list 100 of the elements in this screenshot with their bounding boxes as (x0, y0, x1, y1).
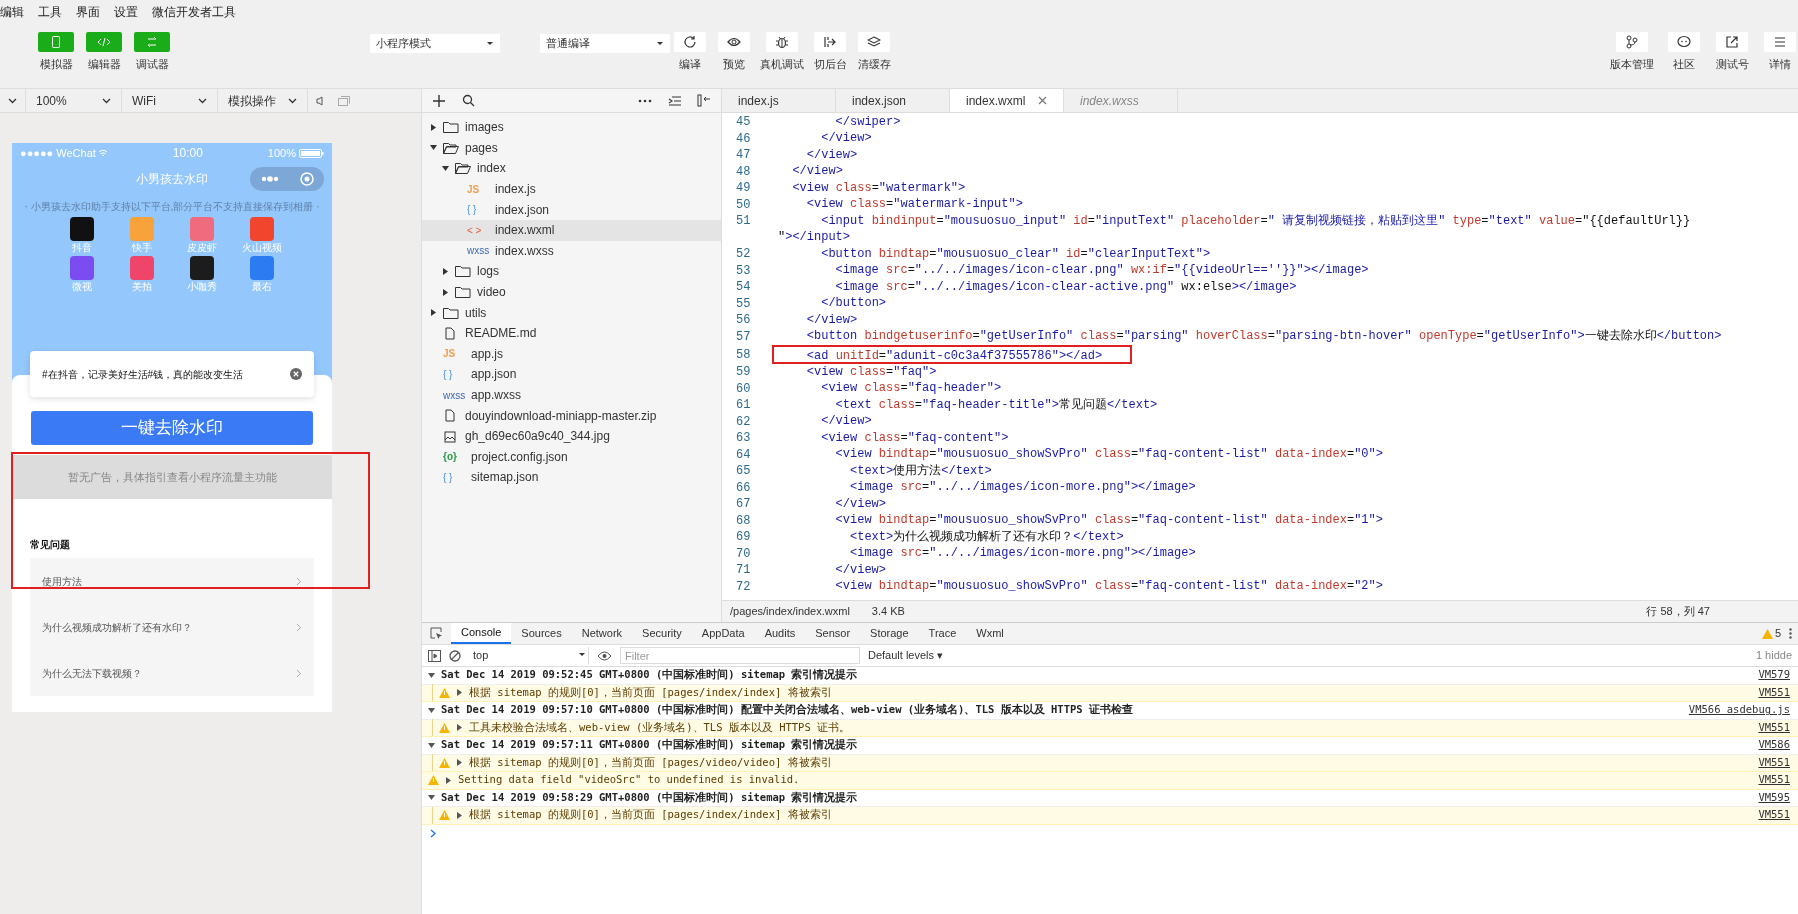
source-link[interactable]: VM586 (1758, 737, 1790, 754)
console-tab[interactable]: Audits (754, 623, 806, 644)
file-tree-item[interactable]: index (422, 158, 721, 179)
filter-field[interactable]: Filter (620, 647, 860, 664)
source-link[interactable]: VM551 (1758, 684, 1790, 701)
caret-icon (486, 41, 494, 46)
source-link[interactable]: VM551 (1758, 754, 1790, 771)
simulator-dropdown[interactable]: 模拟操作 (218, 89, 308, 112)
editor-tab[interactable]: index.wxml (950, 89, 1064, 112)
source-link[interactable]: VM551 (1758, 772, 1790, 789)
eye-icon[interactable] (597, 650, 612, 661)
file-tree-item[interactable]: logs (422, 261, 721, 282)
source-link[interactable]: VM566 asdebug.js (1688, 702, 1790, 719)
warning-count[interactable]: 5 (1774, 625, 1781, 642)
triangle-right-icon[interactable] (456, 811, 463, 819)
toolbar-button[interactable]: 编译 (672, 32, 708, 73)
link-input-field[interactable]: #在抖音，记录美好生活#钱，真的能改变生活 (30, 351, 314, 397)
file-tree-item[interactable]: wxss app.wxss (422, 384, 721, 406)
file-tree-item[interactable]: JS index.js (422, 178, 721, 200)
toolbar-button[interactable]: 切后台 (812, 32, 848, 73)
log-levels-dropdown[interactable]: Default levels ▾ (868, 647, 944, 664)
triangle-right-icon[interactable] (456, 759, 463, 767)
menu-item[interactable]: 设置 (114, 3, 138, 21)
triangle-right-icon[interactable] (445, 776, 452, 784)
sidebar-toggle-icon[interactable] (428, 649, 441, 662)
editor-tab[interactable]: index.js (722, 89, 836, 112)
toolbar-button[interactable]: 测试号 (1714, 32, 1750, 73)
source-link[interactable]: VM551 (1758, 719, 1790, 736)
source-link[interactable]: VM579 (1758, 667, 1790, 684)
more-icon[interactable] (1789, 628, 1792, 639)
file-tree-item[interactable]: utils (422, 302, 721, 323)
console-tab[interactable]: Trace (918, 623, 967, 644)
context-dropdown[interactable]: top (469, 647, 589, 664)
toolbar-button[interactable]: 版本管理 (1610, 32, 1654, 73)
file-tree-item[interactable]: { } sitemap.json (422, 467, 721, 488)
source-link[interactable]: VM595 (1758, 789, 1790, 806)
file-tree-item[interactable]: JS app.js (422, 343, 721, 365)
close-icon[interactable] (1038, 96, 1047, 105)
triangle-down-icon[interactable] (428, 794, 435, 802)
menu-item[interactable]: 微信开发者工具 (152, 3, 236, 21)
mode-dropdown[interactable]: 小程序模式 (370, 34, 500, 53)
toolbar-button[interactable]: 预览 (716, 32, 752, 73)
toolbar-button[interactable]: 详情 (1762, 32, 1798, 73)
simulator-dropdown[interactable]: WiFi (122, 89, 218, 112)
add-icon[interactable] (432, 93, 446, 108)
toolbar-button[interactable]: 清缓存 (856, 32, 892, 73)
outdent-icon[interactable] (668, 95, 681, 106)
console-tab[interactable]: Network (571, 623, 633, 644)
line-number: 50 (736, 197, 751, 212)
speaker-icon[interactable] (316, 95, 326, 106)
menu-item[interactable]: 编辑 (0, 3, 24, 21)
view-toggle-button[interactable]: 模拟器 (38, 32, 74, 73)
file-tree-item[interactable]: douyindownload-miniapp-master.zip (422, 405, 721, 426)
triangle-down-icon[interactable] (428, 671, 435, 679)
console-group-header: Sat Dec 14 2019 09:57:11 GMT+0800 (中国标准时间) sitemap 索引情况提示 VM586 (422, 737, 1798, 755)
search-icon[interactable] (462, 94, 475, 107)
file-tree-item[interactable]: { } index.json (422, 199, 721, 220)
console-tab[interactable]: Wxml (966, 623, 1014, 644)
file-tree-item[interactable]: images (422, 117, 721, 138)
source-link[interactable]: VM551 (1758, 807, 1790, 824)
prompt-icon[interactable] (430, 828, 438, 838)
view-toggle-button[interactable]: 编辑器 (86, 32, 122, 73)
warning-icon (439, 722, 450, 733)
simulator-dropdown[interactable]: 100% (26, 89, 122, 112)
file-tree-item[interactable]: gh_d69ec60a9c40_344.jpg (422, 425, 721, 447)
triangle-right-icon[interactable] (456, 724, 463, 732)
toolbar-button[interactable]: 社区 (1666, 32, 1702, 73)
menu-item[interactable]: 界面 (76, 3, 100, 21)
console-tab[interactable]: Console (451, 623, 512, 644)
clear-console-icon[interactable] (449, 649, 461, 662)
file-tree-item[interactable]: {o} project.config.json (422, 446, 721, 468)
code-line: </view> (820, 131, 872, 147)
faq-item[interactable]: 为什么无法下载视频？ (30, 650, 314, 696)
code-line: </view> (791, 164, 843, 180)
more-icon[interactable] (638, 98, 652, 103)
console-tab[interactable]: AppData (691, 623, 755, 644)
inspect-icon[interactable] (430, 627, 443, 640)
view-toggle-button[interactable]: 调试器 (134, 32, 170, 73)
triangle-down-icon[interactable] (428, 706, 435, 714)
file-tree-item[interactable]: pages (422, 137, 721, 159)
file-tree-item[interactable]: { } app.json (422, 364, 721, 385)
faq-item[interactable]: 为什么视频成功解析了还有水印？ (30, 604, 314, 650)
triangle-right-icon[interactable] (456, 689, 463, 697)
console-tab[interactable]: Storage (860, 623, 919, 644)
file-tree-item[interactable]: video (422, 281, 721, 303)
triangle-down-icon[interactable] (428, 741, 435, 749)
console-tab[interactable]: Sources (511, 623, 572, 644)
collapse-panel-icon[interactable] (697, 94, 711, 107)
toolbar-button[interactable]: 真机调试 (760, 32, 804, 73)
code-line: <image src="../../images/icon-more.png"></image> (849, 546, 1196, 562)
menu-item[interactable]: 工具 (38, 3, 62, 21)
faq-item[interactable]: 使用方法 (30, 558, 314, 604)
file-tree-item[interactable]: < > index.wxml (422, 219, 721, 241)
file-tree-item[interactable]: README.md (422, 322, 721, 344)
console-tab[interactable]: Security (632, 623, 692, 644)
console-tab[interactable]: Sensor (805, 623, 861, 644)
file-tree-item[interactable]: wxss index.wxss (422, 240, 721, 262)
folder-icon (443, 306, 459, 319)
remove-watermark-button[interactable]: 一键去除水印 (31, 411, 313, 445)
compile-mode-dropdown[interactable]: 普通编译 (540, 34, 670, 53)
